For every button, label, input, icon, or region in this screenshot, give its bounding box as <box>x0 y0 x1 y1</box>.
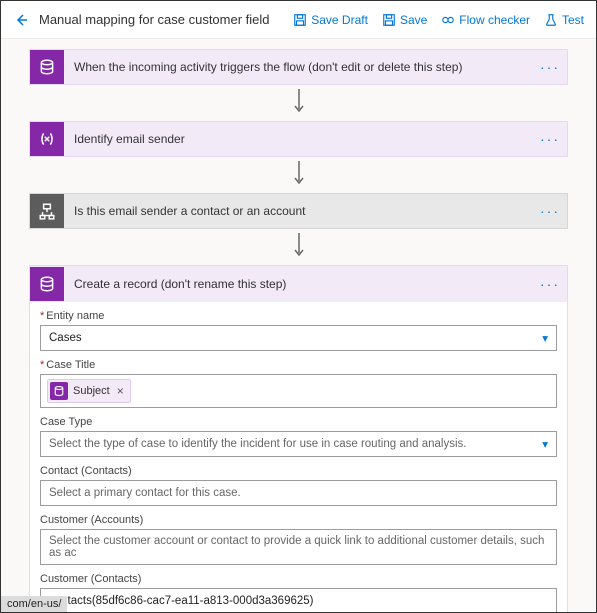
contact-label: Contact (Contacts) <box>40 465 557 477</box>
entity-name-value: Cases <box>49 332 82 344</box>
step-create-menu[interactable]: ··· <box>533 276 567 292</box>
step-trigger-label: When the incoming activity triggers the … <box>64 60 533 74</box>
customer-contacts-input[interactable]: contacts(85df6c86-cac7-ea11-a813-000d3a3… <box>40 588 557 612</box>
save-label: Save <box>400 13 427 27</box>
step-create-record: Create a record (don't rename this step)… <box>29 265 568 612</box>
save-draft-button[interactable]: Save Draft <box>287 9 374 31</box>
step-create-header[interactable]: Create a record (don't rename this step)… <box>30 266 567 302</box>
step-create-body: Entity name Cases ▾ Case Title Subject × <box>30 302 567 612</box>
step-trigger[interactable]: When the incoming activity triggers the … <box>29 49 568 85</box>
test-label: Test <box>562 13 584 27</box>
url-fragment: com/en-us/ <box>1 596 67 612</box>
page-title: Manual mapping for case customer field <box>39 12 270 27</box>
save-icon <box>382 13 396 27</box>
flow-checker-label: Flow checker <box>459 13 530 27</box>
save-button[interactable]: Save <box>376 9 433 31</box>
subject-token[interactable]: Subject × <box>47 379 131 403</box>
back-button[interactable] <box>7 6 35 34</box>
step-trigger-menu[interactable]: ··· <box>533 59 567 75</box>
variable-icon <box>30 122 64 156</box>
step-create-label: Create a record (don't rename this step) <box>64 277 533 291</box>
entity-name-label: Entity name <box>40 310 557 322</box>
connector-arrow <box>29 157 568 193</box>
arrow-left-icon <box>13 12 29 28</box>
condition-icon <box>30 194 64 228</box>
toolbar: Save Draft Save Flow checker Test <box>287 9 590 31</box>
customer-accounts-placeholder: Select the customer account or contact t… <box>49 535 548 559</box>
subject-token-label: Subject <box>73 385 110 397</box>
entity-name-select[interactable]: Cases ▾ <box>40 325 557 351</box>
chevron-down-icon: ▾ <box>542 331 548 345</box>
database-icon <box>30 50 64 84</box>
test-button[interactable]: Test <box>538 9 590 31</box>
database-icon <box>30 267 64 301</box>
case-type-label: Case Type <box>40 416 557 428</box>
customer-contacts-label: Customer (Contacts) <box>40 573 557 585</box>
remove-token-icon[interactable]: × <box>117 384 124 398</box>
customer-contacts-value: contacts(85df6c86-cac7-ea11-a813-000d3a3… <box>49 595 313 607</box>
database-icon <box>50 382 68 400</box>
save-draft-label: Save Draft <box>311 13 368 27</box>
save-draft-icon <box>293 13 307 27</box>
beaker-icon <box>544 13 558 27</box>
contact-placeholder: Select a primary contact for this case. <box>49 487 241 499</box>
case-title-input[interactable]: Subject × <box>40 374 557 408</box>
customer-accounts-label: Customer (Accounts) <box>40 514 557 526</box>
step-condition[interactable]: Is this email sender a contact or an acc… <box>29 193 568 229</box>
connector-arrow <box>29 85 568 121</box>
topbar: Manual mapping for case customer field S… <box>1 1 596 39</box>
step-condition-label: Is this email sender a contact or an acc… <box>64 204 533 218</box>
case-type-placeholder: Select the type of case to identify the … <box>49 438 466 450</box>
customer-accounts-input[interactable]: Select the customer account or contact t… <box>40 529 557 565</box>
step-identify-label: Identify email sender <box>64 132 533 146</box>
flow-checker-button[interactable]: Flow checker <box>435 9 536 31</box>
step-identify[interactable]: Identify email sender ··· <box>29 121 568 157</box>
case-type-select[interactable]: Select the type of case to identify the … <box>40 431 557 457</box>
case-title-label: Case Title <box>40 359 557 371</box>
chevron-down-icon: ▾ <box>542 437 548 451</box>
contact-input[interactable]: Select a primary contact for this case. <box>40 480 557 506</box>
step-condition-menu[interactable]: ··· <box>533 203 567 219</box>
step-identify-menu[interactable]: ··· <box>533 131 567 147</box>
flow-checker-icon <box>441 13 455 27</box>
connector-arrow <box>29 229 568 265</box>
canvas: When the incoming activity triggers the … <box>1 39 596 612</box>
